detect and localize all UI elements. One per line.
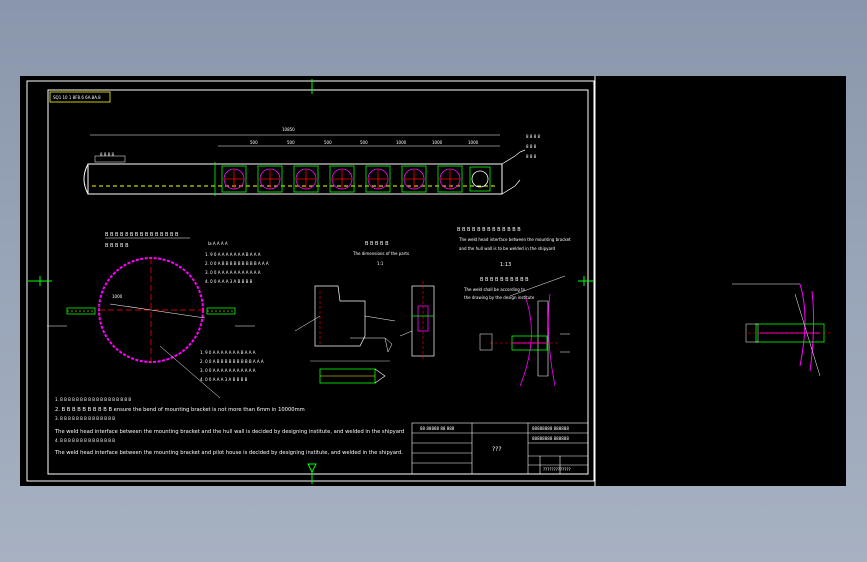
detail-caption: The dimensions of the parts	[352, 251, 409, 256]
beam-stations	[221, 165, 491, 193]
note-line-2b: 2. 0 0 A B B B B B B B B B A A A	[200, 359, 264, 364]
end-label-3: 8 8 8	[526, 154, 537, 159]
weld-text-1: The weld head interface between the moun…	[458, 237, 571, 242]
cross-section-detail	[399, 281, 435, 361]
weld-scale: 1:13	[500, 262, 511, 268]
main-beam: 10850 500 500 500 500 1000 1000 1000 8 8…	[83, 127, 540, 196]
top-dimension: 10850	[282, 127, 295, 132]
end-label-2: 8 8 8	[526, 144, 537, 149]
note-weld-deck: The weld head interface between the moun…	[54, 450, 403, 456]
weld-note-title: B B B B B B B B B B	[480, 277, 529, 283]
segment-dim-5: 1000	[396, 140, 407, 145]
weld-note-1: The weld shall be according to	[463, 287, 526, 292]
note-line-3: 3. 0 0 A A A A A A A A A A A	[205, 270, 261, 275]
note-weld-hull: The weld head interface between the moun…	[54, 429, 404, 435]
cad-viewport[interactable]: SQ1 10 1 8F8.6 6A.8A.8 10850 500 500 500…	[20, 76, 846, 486]
drawing-svg: SQ1 10 1 8F8.6 6A.8A.8 10850 500 500 500…	[26, 76, 832, 486]
note-line-3b: 3. 0 0 A A A A A A A A A A A	[200, 368, 256, 373]
detail-scale: 1:1	[377, 261, 384, 266]
detail-title: B B B B B	[365, 241, 389, 247]
segment-dim-7: 1000	[468, 140, 479, 145]
segment-dim-4: 500	[360, 140, 368, 145]
side-view-fragment	[732, 283, 832, 377]
notes-header: Ia A A A A	[208, 241, 228, 246]
weld-note-2: the drawing by the design institute	[464, 295, 535, 300]
lower-notes-cn: 1. B B B B B B B B B B B B B B B B B B	[55, 397, 131, 402]
weld-head: B B B B B B B B B B B B B	[457, 227, 521, 233]
note-line-4: 4. 0 0 A A A 3 A B B B B	[205, 279, 253, 284]
title-block-code: ?????????????	[543, 467, 571, 472]
title-block-org: 88888888 888888	[532, 426, 569, 431]
note-line-2: 2. 0 0 A B B B B B B B B B A A A	[205, 261, 269, 266]
segment-dim-6: 1000	[432, 140, 443, 145]
title-block-org-2: 88888888 888888	[532, 436, 569, 441]
detail-view	[294, 285, 396, 384]
title-block-name: ???	[492, 446, 502, 453]
section-dim: 1000	[112, 294, 123, 299]
note-weld-hull-cn: 3. B B B B B B B B B B B B B B	[55, 416, 115, 421]
section-subheading: B B B B B	[105, 243, 129, 249]
section-heading: B B B B 8 B B B B B B B B B B	[105, 232, 179, 238]
end-label-1: 8 8 8 8	[526, 134, 540, 139]
segment-dim-2: 500	[287, 140, 295, 145]
note-line-1: 1. 9 0 A A A A A A A B A A A	[205, 252, 261, 257]
title-tag: SQ1 10 1 8F8.6 6A.8A.8	[53, 95, 101, 100]
weld-text-2: and the hull wall is to be welded in the…	[459, 246, 556, 251]
note-line-1b: 1. 9 0 A A A A A A A B A A A	[200, 350, 256, 355]
segment-dim-3: 500	[324, 140, 332, 145]
note-bent: 2. B B B B B B B B B B ensure the bend o…	[55, 407, 305, 413]
note-weld-cn: 4. B B B B B B B B B B B B B B	[55, 438, 115, 443]
weld-detail	[479, 275, 570, 387]
title-block-heading: 88 88888 88 888	[420, 426, 455, 431]
side-note: 8 8 8 8	[100, 152, 114, 157]
note-line-4b: 4. 0 0 A A A 3 A B B B B	[200, 377, 248, 382]
segment-dim-1: 500	[250, 140, 258, 145]
